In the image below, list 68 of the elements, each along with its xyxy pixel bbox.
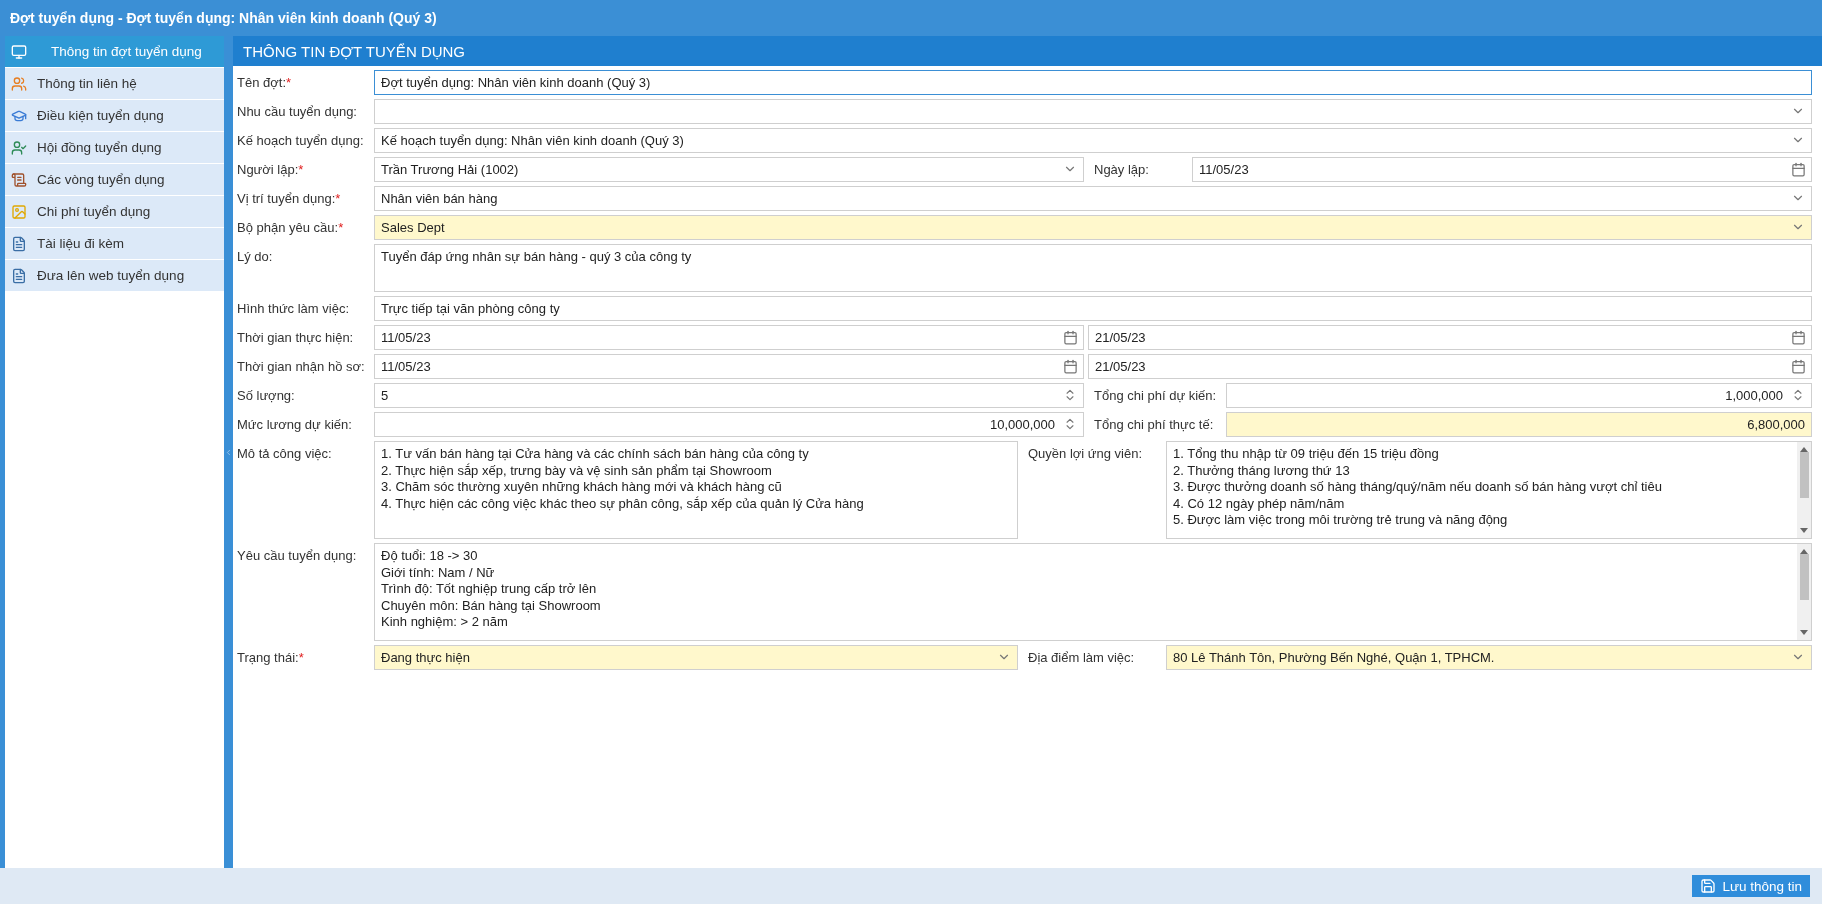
sidebar-item[interactable]: Các vòng tuyển dụng: [5, 164, 224, 196]
field-label: Yêu cầu tuyển dụng:: [237, 547, 358, 563]
date-field[interactable]: 21/05/23: [1088, 325, 1812, 350]
date-field[interactable]: 11/05/23: [374, 325, 1084, 350]
date-field[interactable]: 21/05/23: [1088, 354, 1812, 379]
sidebar-item[interactable]: Tài liệu đi kèm: [5, 228, 224, 260]
field-label: Kế hoạch tuyển dụng:: [237, 132, 365, 148]
field-label: Mô tả công việc:: [237, 445, 333, 461]
field-label: Số lượng:: [237, 387, 296, 403]
document-icon: [11, 267, 27, 284]
text-field[interactable]: Trực tiếp tại văn phòng công ty: [374, 296, 1812, 321]
people-icon: [11, 75, 27, 92]
field-label: Tổng chi phí thực tế:: [1093, 416, 1215, 432]
document-icon: [11, 235, 27, 252]
text-area[interactable]: 1. Tổng thu nhập từ 09 triệu đến 15 triệu đồng 2. Thưởng tháng lương thứ 13 3. Được thưởng doanh số hàng tháng/quý/năm nếu doanh số bán hàng vượt chỉ tiêu 4. Có 12 ngày phép năm/năm 5. Được làm việc trong môi trường trẻ trung và năng động: [1166, 441, 1812, 539]
date-field[interactable]: 11/05/23: [374, 354, 1084, 379]
save-icon: [1700, 878, 1717, 894]
field-label: Lý do:: [237, 248, 274, 264]
field-label: Tổng chi phí dự kiến:: [1093, 387, 1218, 403]
field-label: Ngày lập:: [1093, 161, 1150, 177]
field-label: Trạng thái:*: [237, 649, 305, 665]
sidebar-item[interactable]: Chi phí tuyển dụng: [5, 196, 224, 228]
sidebar-item[interactable]: Điều kiện tuyển dụng: [5, 100, 224, 132]
text-area[interactable]: Tuyển đáp ứng nhân sự bán hàng - quý 3 của công ty: [374, 244, 1812, 292]
calendar-icon[interactable]: [1791, 359, 1807, 375]
calendar-icon[interactable]: [1063, 359, 1079, 375]
number-field[interactable]: 10,000,000: [374, 412, 1084, 437]
save-button[interactable]: Lưu thông tin: [1692, 875, 1810, 897]
field-label: Nhu cầu tuyển dụng:: [237, 103, 358, 119]
calendar-icon[interactable]: [1063, 330, 1079, 346]
calendar-icon[interactable]: [1791, 162, 1807, 178]
scroll-icon: [11, 171, 27, 188]
scrollbar[interactable]: [1797, 442, 1811, 538]
text-area[interactable]: 1. Tư vấn bán hàng tại Cửa hàng và các chính sách bán hàng của công ty 2. Thực hiện sắp xếp, trưng bày và vệ sinh sản phẩm tại Showroom 3. Chăm sóc thường xuyên những khách hàng mới và khách hàng cũ 4. Thực hiện các công việc khác theo sự phân công, sắp xếp của quản lý Cửa hàng: [374, 441, 1018, 539]
sidebar-item[interactable]: Hội đồng tuyển dụng: [5, 132, 224, 164]
dropdown-field[interactable]: 80 Lê Thánh Tôn, Phường Bến Nghé, Quận 1, TPHCM.: [1166, 645, 1812, 670]
date-field[interactable]: 11/05/23: [1192, 157, 1812, 182]
person-check-icon: [11, 139, 27, 156]
field-label: Tên đợt:*: [237, 74, 293, 90]
section-title: THÔNG TIN ĐỢT TUYỂN DỤNG: [233, 36, 1822, 66]
scrollbar[interactable]: [1797, 544, 1811, 640]
field-label: Vị trí tuyển dụng:*: [237, 190, 342, 206]
dropdown-field[interactable]: Sales Dept: [374, 215, 1812, 240]
dropdown-field[interactable]: [374, 99, 1812, 124]
text-area[interactable]: Độ tuổi: 18 -> 30 Giới tính: Nam / Nữ Trình độ: Tốt nghiệp trung cấp trở lên Chuyên môn: Bán hàng tại Showroom Kinh nghiệm: > 2 năm: [374, 543, 1812, 641]
sidebar-item[interactable]: Thông tin liên hệ: [5, 68, 224, 100]
calendar-icon[interactable]: [1791, 330, 1807, 346]
scroll-down-icon[interactable]: [1800, 528, 1808, 534]
field-label: Mức lương dự kiến:: [237, 416, 353, 432]
monitor-icon: [11, 43, 27, 60]
field-label: Quyền lợi ứng viên:: [1027, 445, 1144, 461]
field-label: Hình thức làm việc:: [237, 300, 351, 316]
dropdown-field[interactable]: Trần Trương Hải (1002): [374, 157, 1084, 182]
field-label: Thời gian nhận hồ sơ:: [237, 358, 366, 374]
field-label: Thời gian thực hiện:: [237, 329, 355, 345]
dropdown-field[interactable]: Nhân viên bán hàng: [374, 186, 1812, 211]
number-field[interactable]: 1,000,000: [1226, 383, 1812, 408]
sidebar-item[interactable]: Đưa lên web tuyển dụng: [5, 260, 224, 292]
text-field[interactable]: 6,800,000: [1226, 412, 1812, 437]
picture-icon: [11, 203, 27, 220]
scroll-down-icon[interactable]: [1800, 630, 1808, 636]
dropdown-field[interactable]: Kế hoạch tuyển dụng: Nhân viên kinh doanh (Quý 3): [374, 128, 1812, 153]
number-field[interactable]: 5: [374, 383, 1084, 408]
field-label: Người lập:*: [237, 161, 305, 177]
field-label: Địa điểm làm việc:: [1027, 649, 1136, 665]
dropdown-field[interactable]: Đang thực hiện: [374, 645, 1018, 670]
field-label: Bộ phận yêu cầu:*: [237, 219, 345, 235]
text-field[interactable]: Đợt tuyển dụng: Nhân viên kinh doanh (Quý 3): [374, 70, 1812, 95]
